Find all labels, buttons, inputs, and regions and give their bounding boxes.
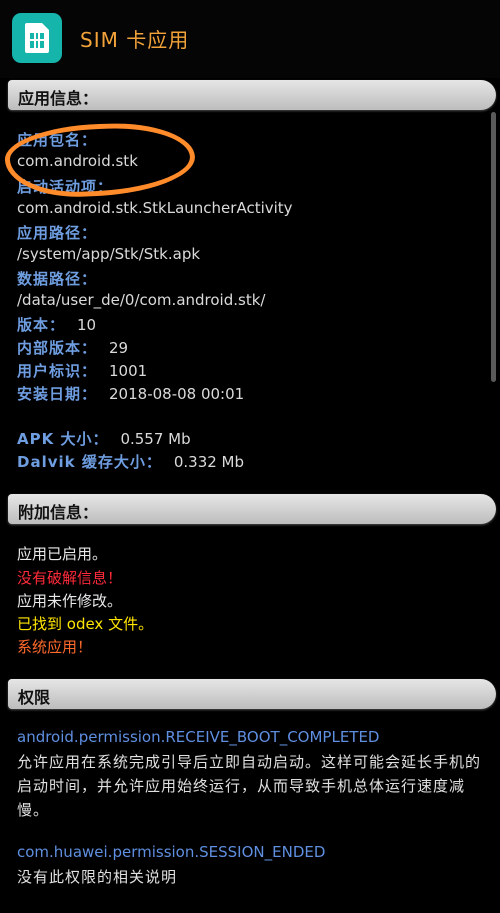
internal-version-row: 内部版本： 29 <box>17 337 128 358</box>
install-date-value: 2018-08-08 00:01 <box>109 385 245 403</box>
activity-value[interactable]: com.android.stk.StkLauncherActivity <box>17 199 293 217</box>
user-id-row: 用户标识： 1001 <box>17 360 147 381</box>
app-info-section-header[interactable]: 应用信息： <box>8 80 496 110</box>
scrollbar[interactable] <box>491 112 496 382</box>
path-label: 应用路径： <box>17 224 98 242</box>
user-id-value: 1001 <box>109 362 148 380</box>
apk-size-value: 0.557 Mb <box>120 430 191 448</box>
install-date-label: 安装日期： <box>17 385 98 403</box>
version-row: 版本： 10 <box>17 314 96 335</box>
odex-status: 已找到 odex 文件。 <box>17 615 154 633</box>
permission-name[interactable]: com.huawei.permission.SESSION_ENDED <box>17 843 325 861</box>
version-label: 版本： <box>17 316 66 334</box>
install-date-row: 安装日期： 2018-08-08 00:01 <box>17 383 244 404</box>
permission-description: 没有此权限的相关说明 <box>17 868 178 886</box>
dalvik-value: 0.332 Mb <box>173 453 245 471</box>
permission-description: 允许应用在系统完成引导后立即自动启动。这样可能会延长手机的启动时间，并允许应用始… <box>17 753 482 819</box>
apk-size-label: APK 大小： <box>17 430 109 448</box>
dalvik-row: Dalvik 缓存大小： 0.332 Mb <box>17 451 244 472</box>
not-modified-status: 应用未作修改。 <box>17 592 123 610</box>
version-value: 10 <box>77 316 97 334</box>
app-title: SIM 卡应用 <box>80 28 190 52</box>
system-app-status: 系统应用！ <box>17 638 93 656</box>
data-path-value[interactable]: /data/user_de/0/com.android.stk/ <box>17 291 265 309</box>
apk-size-row: APK 大小： 0.557 Mb <box>17 428 191 449</box>
internal-version-label: 内部版本： <box>17 339 98 357</box>
extra-info-section-header[interactable]: 附加信息： <box>8 494 496 524</box>
path-value[interactable]: /system/app/Stk/Stk.apk <box>17 245 200 263</box>
data-path-label: 数据路径： <box>17 270 98 288</box>
sim-card-icon <box>12 13 62 63</box>
section-title: 附加信息： <box>18 503 99 522</box>
section-title: 应用信息： <box>18 89 99 108</box>
section-title: 权限 <box>18 688 51 707</box>
app-header: SIM 卡应用 <box>0 0 500 78</box>
enabled-status: 应用已启用。 <box>17 545 108 563</box>
permission-name[interactable]: android.permission.RECEIVE_BOOT_COMPLETE… <box>17 728 379 746</box>
internal-version-value: 29 <box>109 339 129 357</box>
dalvik-label: Dalvik 缓存大小： <box>17 453 162 471</box>
user-id-label: 用户标识： <box>17 362 98 380</box>
no-crack-status: 没有破解信息！ <box>17 569 123 587</box>
permissions-section-header[interactable]: 权限 <box>8 679 496 709</box>
